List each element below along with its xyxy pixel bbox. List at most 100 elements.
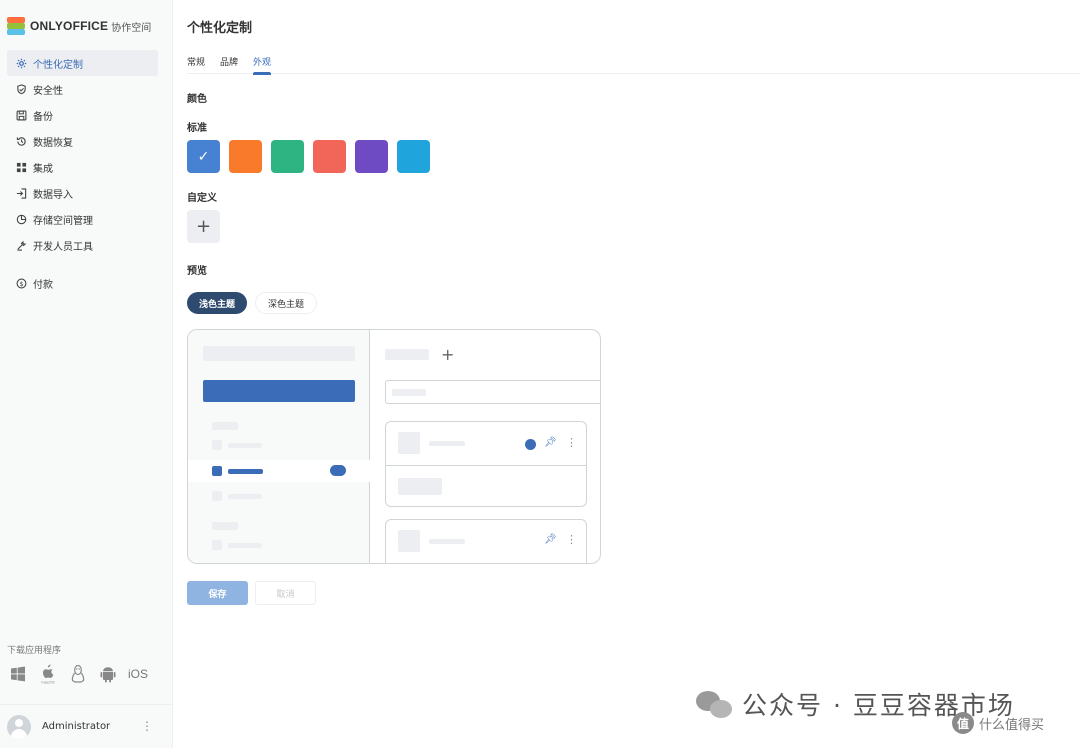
- grid-icon: [16, 162, 27, 173]
- avatar[interactable]: [7, 714, 31, 739]
- color-swatch[interactable]: ✓: [187, 140, 220, 173]
- android-icon[interactable]: [98, 663, 118, 685]
- color-swatch[interactable]: [271, 140, 304, 173]
- form-actions: 保存 取消: [187, 581, 316, 605]
- sidebar-item-restore[interactable]: 数据恢复: [7, 128, 158, 154]
- sidebar-item-label: 集成: [33, 163, 53, 175]
- more-vertical-icon: ⋮: [566, 533, 577, 546]
- macos-icon[interactable]: macOS: [38, 663, 58, 685]
- preview-skeleton: [212, 422, 238, 430]
- custom-heading: 自定义: [187, 193, 217, 204]
- preview-skeleton: [398, 530, 420, 552]
- settings-tabs: 常规 品牌 外观: [187, 55, 1080, 75]
- user-name: Administrator: [42, 721, 111, 732]
- sidebar-item-label: 存储空间管理: [33, 215, 93, 227]
- sidebar-item-label: 个性化定制: [33, 59, 83, 71]
- preview-main-button: [203, 380, 355, 402]
- site-watermark-text: 什么值得买: [979, 717, 1045, 733]
- theme-toggle: 浅色主题 深色主题: [187, 292, 318, 314]
- preview-skeleton: [212, 540, 222, 550]
- preview-badge: [330, 465, 346, 476]
- pie-chart-icon: [16, 214, 27, 225]
- more-vertical-icon: ⋮: [566, 436, 577, 449]
- onlyoffice-logo-icon: [7, 17, 25, 35]
- preview-skeleton: [212, 466, 222, 476]
- save-button[interactable]: 保存: [187, 581, 248, 605]
- color-swatch[interactable]: [313, 140, 346, 173]
- gear-icon: [16, 58, 27, 69]
- pin-icon: 📌︎: [544, 534, 557, 545]
- more-vertical-icon[interactable]: ⋮: [141, 719, 153, 733]
- windows-icon[interactable]: [8, 663, 28, 685]
- preview-card: 📌︎ ⋮: [385, 519, 587, 563]
- tab-general[interactable]: 常规: [187, 55, 205, 74]
- sidebar-item-backup[interactable]: 备份: [7, 102, 158, 128]
- preview-skeleton: [203, 346, 355, 361]
- sidebar-item-label: 开发人员工具: [33, 241, 93, 253]
- preview-skeleton: [398, 478, 442, 495]
- svg-text:$: $: [19, 279, 23, 287]
- preview-skeleton: [385, 349, 429, 360]
- preview-skeleton: [228, 469, 263, 474]
- preview-sidebar: [188, 330, 370, 563]
- save-icon: [16, 110, 27, 121]
- preview-skeleton: [228, 543, 262, 548]
- sidebar-item-data-import[interactable]: 数据导入: [7, 180, 158, 206]
- user-profile[interactable]: Administrator ⋮: [0, 704, 173, 748]
- sidebar-item-integration[interactable]: 集成: [7, 154, 158, 180]
- preview-skeleton: [228, 494, 262, 499]
- brand-suffix: 协作空间: [111, 22, 152, 34]
- sidebar-item-developer-tools[interactable]: 开发人员工具: [7, 232, 158, 258]
- color-heading: 颜色: [187, 94, 207, 105]
- dark-theme-button[interactable]: 深色主题: [255, 292, 318, 314]
- preview-skeleton: [392, 389, 426, 396]
- settings-nav: 个性化定制 安全性 备份 数据恢复 集成 数据导入 存储空间管理 开发人员工具 …: [7, 50, 158, 296]
- sidebar-item-storage[interactable]: 存储空间管理: [7, 206, 158, 232]
- preview-skeleton: [429, 441, 465, 446]
- sidebar-item-label: 数据导入: [33, 189, 73, 201]
- app-download-links: macOS iOS: [8, 663, 148, 685]
- preview-skeleton: [212, 522, 238, 530]
- svg-text:macOS: macOS: [41, 680, 55, 685]
- pin-icon: 📌︎: [544, 437, 557, 448]
- sidebar: ONLYOFFICE 协作空间 个性化定制 安全性 备份 数据恢复 集成 数据导…: [0, 0, 173, 748]
- sidebar-item-label: 备份: [33, 111, 53, 123]
- tools-icon: [16, 240, 27, 251]
- color-swatch[interactable]: [355, 140, 388, 173]
- preview-card: 📌︎ ⋮: [385, 421, 587, 507]
- preview-skeleton: [429, 539, 465, 544]
- cancel-button[interactable]: 取消: [255, 581, 316, 605]
- add-custom-color-button[interactable]: +: [187, 210, 220, 243]
- wechat-icon: [696, 689, 734, 719]
- sidebar-item-personalization[interactable]: 个性化定制: [7, 50, 158, 76]
- standard-heading: 标准: [187, 123, 207, 134]
- brand-name: ONLYOFFICE: [30, 19, 109, 33]
- page-title: 个性化定制: [187, 21, 253, 36]
- download-apps-label: 下载应用程序: [7, 646, 62, 656]
- ios-link[interactable]: iOS: [128, 667, 148, 681]
- shield-icon: [16, 83, 27, 95]
- import-icon: [16, 187, 27, 199]
- sidebar-item-label: 数据恢复: [33, 137, 73, 149]
- light-theme-button[interactable]: 浅色主题: [187, 292, 248, 314]
- preview-skeleton: [398, 432, 420, 454]
- color-swatch[interactable]: [229, 140, 262, 173]
- site-watermark: 值 什么值得买: [952, 712, 1044, 734]
- sidebar-item-label: 安全性: [33, 85, 63, 97]
- check-icon: ✓: [197, 148, 210, 165]
- plus-icon: +: [195, 216, 212, 237]
- theme-preview: + 📌︎ ⋮ 📌︎ ⋮: [187, 329, 601, 564]
- preview-skeleton: [212, 440, 222, 450]
- standard-color-swatches: ✓: [187, 140, 430, 173]
- color-swatch[interactable]: [397, 140, 430, 173]
- tab-branding[interactable]: 品牌: [220, 55, 238, 74]
- sidebar-item-payment[interactable]: $ 付款: [7, 270, 158, 296]
- tab-appearance[interactable]: 外观: [253, 55, 272, 75]
- sidebar-item-security[interactable]: 安全性: [7, 76, 158, 102]
- preview-search: [385, 380, 600, 404]
- main-content: 个性化定制 常规 品牌 外观 颜色 标准 ✓ 自定义 + 预览 浅色主题 深色主…: [187, 0, 1080, 748]
- preview-content: + 📌︎ ⋮ 📌︎ ⋮: [371, 330, 600, 563]
- dollar-icon: $: [16, 278, 27, 289]
- brand-logo[interactable]: ONLYOFFICE 协作空间: [7, 16, 151, 36]
- linux-icon[interactable]: [68, 663, 88, 685]
